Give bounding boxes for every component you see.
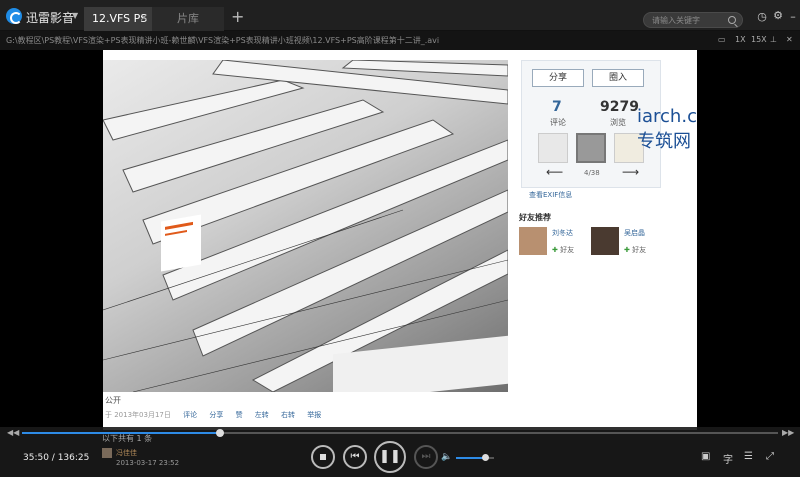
comment-header: 以下共有 1 条 — [102, 434, 153, 443]
share-button[interactable]: 分享 — [532, 69, 584, 87]
video-frame[interactable]: 公开 于 2013年03月17日 评论 分享 赞 左转 右转 举报 分享 圈入 … — [103, 50, 697, 430]
comments-count: 7 — [552, 99, 562, 115]
file-path-bar: G:\教程区\PS教程\VFS渲染+PS表现精讲小班-赖世麟\VFS渲染+PS表… — [0, 31, 800, 50]
pause-button[interactable]: ❚❚ — [374, 441, 406, 473]
arrow-left-icon[interactable]: ⟵ — [546, 165, 563, 179]
app-logo-icon[interactable] — [6, 8, 22, 24]
comment-date: 2013-03-17 23:52 — [116, 459, 180, 467]
seek-handle[interactable] — [216, 429, 225, 437]
list-icon[interactable]: ☰ — [744, 451, 753, 462]
search-icon[interactable] — [728, 16, 736, 24]
friend-badge[interactable]: 好友 — [624, 245, 646, 255]
next-button[interactable]: ⏭ — [414, 445, 438, 469]
friend-name[interactable]: 吴启晶 — [624, 228, 645, 238]
pin-icon[interactable]: ⊥ — [770, 35, 777, 44]
photo-date: 于 2013年03月17日 — [105, 411, 171, 419]
1.5x-speed-icon[interactable]: 15X — [751, 35, 767, 44]
photo-pager: 4/38 — [584, 169, 600, 177]
title-bar: 迅雷影音 ▼ 12.VFS PS高 ✕ 片库 + 请输入关键字 ◷ ⚙ – — [0, 0, 800, 49]
like-link[interactable]: 赞 — [236, 411, 243, 419]
tab-close-icon[interactable]: ✕ — [140, 7, 148, 31]
rotate-right-link[interactable]: 右转 — [281, 411, 295, 419]
new-tab-plus-icon[interactable]: + — [231, 7, 244, 26]
volume-level — [456, 457, 485, 459]
settings-icon[interactable]: ⚙ — [772, 10, 784, 22]
photo-meta-line: 于 2013年03月17日 评论 分享 赞 左转 右转 举报 — [105, 410, 321, 420]
thumbnail-current[interactable] — [576, 133, 606, 163]
close-path-icon[interactable]: ✕ — [786, 35, 793, 44]
share-link[interactable]: 分享 — [209, 411, 223, 419]
friend-avatar[interactable] — [591, 227, 619, 255]
tab-label: 片库 — [177, 12, 199, 25]
volume-handle[interactable] — [481, 454, 489, 461]
search-input[interactable]: 请输入关键字 — [643, 12, 743, 28]
report-link[interactable]: 举报 — [307, 411, 321, 419]
volume-slider[interactable] — [456, 454, 494, 461]
views-count: 9279 — [600, 99, 639, 115]
clock-icon[interactable]: ◷ — [756, 11, 768, 23]
fullscreen-icon[interactable]: ⤢ — [766, 451, 774, 462]
comment-link[interactable]: 评论 — [183, 411, 197, 419]
views-label: 浏览 — [610, 118, 626, 127]
architecture-model-photo — [103, 60, 508, 392]
rotate-left-link[interactable]: 左转 — [255, 411, 269, 419]
playback-time: 35:50 / 136:25 — [23, 453, 90, 463]
exif-link[interactable]: 查看EXIF信息 — [529, 190, 572, 200]
friend-name[interactable]: 刘冬达 — [552, 228, 573, 238]
minimize-icon[interactable]: – — [787, 11, 799, 23]
seek-forward-icon[interactable]: ▶▶ — [782, 428, 794, 437]
friends-header: 好友推荐 — [519, 213, 551, 222]
seek-back-icon[interactable]: ◀◀ — [7, 428, 19, 437]
friend-badge[interactable]: 好友 — [552, 245, 574, 255]
commenter-avatar — [102, 448, 112, 458]
previous-button[interactable]: ⏮ — [343, 445, 367, 469]
thumbnail-prev[interactable] — [538, 133, 568, 163]
commenter-name: 冯佳佳 — [116, 449, 137, 457]
screen-icon[interactable]: ▣ — [701, 451, 710, 462]
folder-icon[interactable]: ▭ — [718, 35, 726, 44]
1x-speed-icon[interactable]: 1X — [735, 35, 746, 44]
friend-avatar[interactable] — [519, 227, 547, 255]
search-placeholder: 请输入关键字 — [652, 16, 700, 25]
join-button[interactable]: 圈入 — [592, 69, 644, 87]
comments-label: 评论 — [550, 118, 566, 127]
stop-button[interactable] — [311, 445, 335, 469]
app-name[interactable]: 迅雷影音 — [26, 9, 74, 26]
app-menu-chevron-down-icon[interactable]: ▼ — [72, 11, 78, 20]
orange-label-card — [161, 214, 201, 272]
arrow-right-icon[interactable]: ⟶ — [622, 165, 639, 179]
tab-video[interactable]: 12.VFS PS高 ✕ — [84, 7, 152, 49]
watermark-text: iarch.cn 专筑网 — [637, 106, 697, 152]
volume-icon[interactable]: 🔈 — [441, 452, 452, 462]
tab-library[interactable]: 片库 — [152, 7, 224, 31]
photo-privacy-label: 公开 — [105, 396, 121, 405]
subtitle-icon[interactable]: 字 — [723, 451, 733, 466]
file-path: G:\教程区\PS教程\VFS渲染+PS表现精讲小班-赖世麟\VFS渲染+PS表… — [6, 36, 440, 45]
